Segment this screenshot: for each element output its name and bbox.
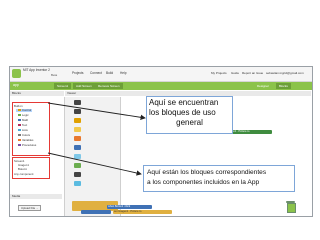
callout-line: a los componentes incluidos en la App — [147, 179, 260, 186]
block-swatch[interactable] — [74, 145, 81, 150]
app-title: MIT App Inventor 2 — [23, 68, 50, 72]
builtin-item-text[interactable]: Text — [18, 123, 27, 127]
menu-connect[interactable]: Connect — [90, 71, 102, 75]
builtin-item-label: Variables — [22, 138, 34, 142]
block-swatch[interactable] — [74, 172, 81, 177]
colors-drawer-icon — [18, 134, 21, 137]
builtin-item-procedures[interactable]: Procedures — [18, 143, 36, 147]
builtin-item-label: Math — [22, 118, 29, 122]
workspace-block[interactable] — [81, 210, 111, 214]
menu-help[interactable]: Help — [120, 71, 127, 75]
any-component-item[interactable]: Any component — [14, 172, 33, 176]
project-toolbar: app Screen1 Add Screen Remove Screen Des… — [10, 82, 312, 90]
callout-line: los bloques de uso — [149, 108, 216, 117]
builtin-item-logic[interactable]: Logic — [18, 113, 29, 117]
builtin-item-lists[interactable]: Lists — [18, 128, 28, 132]
callout-general-blocks: Aquí se encuentran los bloques de uso ge… — [146, 96, 233, 134]
slide: MIT App Inventor 2 Beta Projects Connect… — [0, 0, 320, 240]
callout-line: general — [176, 118, 203, 127]
app-inventor-logo-icon — [12, 69, 21, 78]
menu-projects[interactable]: Projects — [72, 71, 84, 75]
media-header: Media — [10, 194, 62, 199]
menu-build[interactable]: Build — [106, 71, 113, 75]
link-report-issue[interactable]: Report an Issue — [242, 71, 263, 75]
link-my-projects[interactable]: My Projects — [211, 71, 227, 75]
callout-line: Aquí se encuentran — [149, 98, 219, 107]
trash-icon[interactable] — [286, 201, 296, 213]
block-swatch[interactable] — [74, 154, 81, 159]
block-swatch[interactable] — [74, 100, 81, 105]
block-swatch[interactable] — [74, 181, 81, 186]
logic-drawer-icon — [18, 114, 21, 117]
upload-file-button[interactable]: Upload File ... — [18, 205, 42, 211]
block-swatch[interactable] — [74, 163, 81, 168]
math-drawer-icon — [18, 119, 21, 122]
variables-drawer-icon — [18, 139, 21, 142]
builtin-item-colors[interactable]: Colors — [18, 133, 30, 137]
builtin-item-label: Logic — [22, 113, 29, 117]
builtin-item-math[interactable]: Math — [18, 118, 28, 122]
text-drawer-icon — [18, 124, 21, 127]
block-swatch[interactable] — [74, 127, 81, 132]
builtin-item-label: Control — [22, 108, 32, 112]
link-guide[interactable]: Guide — [231, 71, 239, 75]
block-swatch[interactable] — [74, 136, 81, 141]
workspace-block[interactable]: when Boton1 .Click — [107, 205, 152, 209]
lists-drawer-icon — [18, 129, 21, 132]
add-screen-button[interactable]: Add Screen — [73, 83, 95, 89]
blocks-tree-panel: Built-in Control Logic Math Text Lists C… — [10, 97, 65, 216]
blocks-drawer — [65, 97, 121, 216]
builtin-item-label: Lists — [22, 128, 28, 132]
procedures-drawer-icon — [18, 144, 21, 147]
tab-designer[interactable]: Designer — [254, 83, 272, 89]
builtin-item-label: Text — [22, 123, 28, 127]
block-swatch[interactable] — [74, 118, 81, 123]
screen-selector[interactable]: Screen1 — [54, 83, 72, 89]
builtin-item-control[interactable]: Control — [18, 108, 31, 112]
component-item-boton1[interactable]: Boton1 — [18, 167, 27, 171]
workspace-block[interactable]: set Imagen1 . Picture to — [113, 210, 172, 214]
tab-blocks[interactable]: Blocks — [276, 83, 291, 89]
builtin-item-label: Colors — [22, 133, 31, 137]
project-name: app — [13, 83, 19, 87]
app-inventor-screenshot: MIT App Inventor 2 Beta Projects Connect… — [9, 66, 313, 217]
top-bar: MIT App Inventor 2 Beta Projects Connect… — [10, 67, 312, 82]
app-subtitle: Beta — [51, 73, 58, 77]
trash-bin — [287, 203, 296, 213]
callout-component-blocks: Aquí están los bloques correspondientes … — [143, 165, 295, 192]
callout-line: Aquí están los bloques correspondientes — [147, 169, 267, 176]
account-email[interactable]: sebastian.ingrid@gmail.com — [266, 71, 310, 75]
blocks-panel-header: Blocks — [10, 91, 64, 96]
builtin-item-variables[interactable]: Variables — [18, 138, 33, 142]
control-drawer-icon — [18, 109, 21, 112]
remove-screen-button[interactable]: Remove Screen — [95, 83, 123, 89]
block-swatch[interactable] — [74, 109, 81, 114]
builtin-item-label: Procedures — [22, 143, 37, 147]
